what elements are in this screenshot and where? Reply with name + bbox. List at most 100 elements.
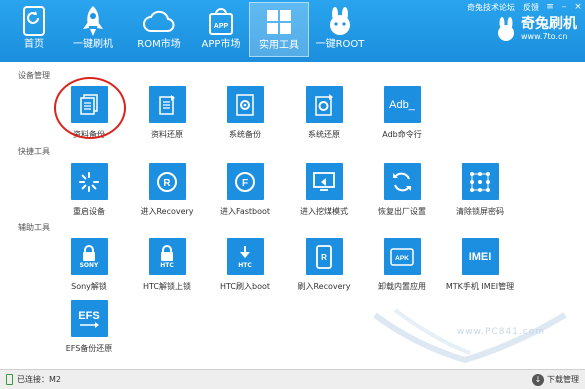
efs-tile-text: EFS	[78, 309, 100, 322]
tile-letter-r: R	[163, 178, 171, 189]
svg-text:APP: APP	[214, 23, 229, 30]
grid-icon	[261, 5, 297, 39]
tool-label: 清除锁屏密码	[456, 207, 504, 216]
tool-download-mode[interactable]: 进入挖煤模式	[288, 163, 360, 217]
imei-icon: IMEI	[461, 238, 499, 275]
nav-root[interactable]: 一键ROOT	[310, 2, 370, 57]
nav-home[interactable]: 首页	[4, 2, 64, 57]
tool-fastboot[interactable]: F 进入Fastboot	[209, 163, 281, 217]
tool-label: 刷入Recovery	[297, 282, 351, 291]
loading-spinner-icon	[70, 163, 108, 200]
lock-icon: HTC	[148, 238, 186, 275]
connection-text: 已连接：M2	[17, 375, 61, 384]
rabbit-logo-icon	[498, 17, 514, 41]
brand-name: 奇兔刷机	[521, 16, 577, 32]
nav-tools[interactable]: 实用工具	[249, 2, 309, 57]
tool-flash-recovery[interactable]: R 刷入Recovery	[288, 238, 360, 292]
lock-icon: SONY	[70, 238, 108, 275]
nav-tools-label: 实用工具	[259, 40, 299, 51]
nav-home-label: 首页	[24, 39, 44, 50]
apk-icon: APK	[383, 238, 421, 275]
efs-icon: EFS	[70, 300, 108, 337]
pattern-lock-icon	[461, 163, 499, 200]
gear-document-icon	[226, 86, 264, 123]
brand-url: www.7to.cn	[521, 32, 568, 41]
tool-recovery[interactable]: R 进入Recovery	[131, 163, 203, 217]
refresh-arrows-icon	[383, 163, 421, 200]
apk-tile-text: APK	[395, 255, 409, 262]
tool-efs-backup[interactable]: EFS EFS备份还原	[53, 300, 125, 354]
phone-recovery-icon: R	[305, 238, 343, 275]
shopping-bag-icon: APP	[203, 4, 239, 38]
connection-status: 已连接：M2	[0, 374, 61, 385]
tile-letter-r2: R	[321, 253, 327, 262]
tool-uninstall-apps[interactable]: APK 卸载内置应用	[366, 238, 438, 292]
tool-sony-unlock[interactable]: SONY Sony解锁	[53, 238, 125, 292]
tool-mtk-imei[interactable]: IMEI MTK手机 IMEI管理	[444, 238, 516, 292]
tool-adb[interactable]: Adb_ Adb命令行	[366, 86, 438, 140]
app-header: 奇兔技术论坛 反馈 ≡ – × 首页 一键刷机 ROM市场 APP APP市场	[0, 0, 585, 62]
tool-label: 卸载内置应用	[378, 282, 426, 291]
menu-icon[interactable]: ≡	[543, 2, 557, 12]
refresh-phone-icon	[16, 4, 52, 38]
imei-tile-text: IMEI	[468, 250, 492, 263]
tool-label: 恢复出厂设置	[378, 207, 426, 216]
htc-boot-tile-text: HTC	[238, 261, 252, 269]
feedback-link[interactable]: 反馈	[519, 2, 543, 13]
tool-label: 重启设备	[73, 207, 105, 216]
tool-label: Sony解锁	[71, 282, 107, 291]
nav-app[interactable]: APP APP市场	[191, 2, 251, 57]
status-bar: 已连接：M2 ↓ 下载管理	[0, 369, 585, 389]
download-icon: ↓	[532, 373, 544, 386]
tile-letter-f: F	[242, 178, 248, 189]
watermark-logo-icon	[373, 308, 567, 364]
window-controls: ≡ – ×	[543, 2, 585, 12]
top-links: 奇兔技术论坛 反馈 ≡ – ×	[463, 0, 585, 14]
tool-htc-unlock[interactable]: HTC HTC解锁上锁	[131, 238, 203, 292]
nav-root-label: 一键ROOT	[315, 39, 365, 50]
download-arrow-icon: HTC	[226, 238, 264, 275]
nav-rom[interactable]: ROM市场	[129, 2, 189, 57]
fastboot-circle-icon: F	[226, 163, 264, 200]
tool-label: 进入挖煤模式	[300, 207, 348, 216]
tool-label: 进入Recovery	[140, 207, 194, 216]
tool-label: 资料还原	[151, 130, 183, 139]
tool-label: HTC刷入boot	[219, 282, 271, 291]
rocket-icon	[75, 4, 111, 38]
close-icon[interactable]: ×	[571, 2, 585, 12]
minimize-icon[interactable]: –	[557, 2, 571, 12]
adb-tile-text: Adb_	[389, 98, 415, 111]
tool-label: 系统备份	[229, 130, 261, 139]
tool-label: HTC解锁上锁	[142, 282, 192, 291]
tool-system-restore[interactable]: 系统还原	[288, 86, 360, 140]
tool-label: EFS备份还原	[65, 344, 113, 353]
cloud-icon	[141, 4, 177, 38]
rabbit-icon	[322, 4, 358, 38]
tool-clear-lock[interactable]: 清除锁屏密码	[444, 163, 516, 217]
tool-label: 系统还原	[308, 130, 340, 139]
monitor-arrow-icon	[305, 163, 343, 200]
section-device-title: 设备管理	[18, 71, 50, 80]
sony-tile-text: SONY	[79, 261, 99, 269]
tool-label: MTK手机 IMEI管理	[445, 282, 515, 291]
tool-factory-reset[interactable]: 恢复出厂设置	[366, 163, 438, 217]
download-manager-button[interactable]: ↓ 下载管理	[532, 373, 579, 386]
nav-flash[interactable]: 一键刷机	[63, 2, 123, 57]
watermark-text: www.PC841.com	[456, 327, 545, 337]
forum-link[interactable]: 奇兔技术论坛	[463, 2, 519, 13]
tool-data-restore[interactable]: 资料还原	[131, 86, 203, 140]
tool-label: Adb命令行	[382, 130, 422, 139]
section-aux-title: 辅助工具	[18, 223, 50, 232]
phone-icon	[6, 374, 13, 385]
gear-restore-icon	[305, 86, 343, 123]
nav-app-label: APP市场	[201, 39, 241, 50]
tool-htc-boot[interactable]: HTC HTC刷入boot	[209, 238, 281, 292]
recovery-circle-icon: R	[148, 163, 186, 200]
download-manager-label: 下载管理	[547, 375, 579, 384]
tool-reboot[interactable]: 重启设备	[53, 163, 125, 217]
nav-flash-label: 一键刷机	[73, 39, 113, 50]
terminal-icon: Adb_	[383, 86, 421, 123]
tool-label: 进入Fastboot	[219, 207, 271, 216]
section-quick-title: 快捷工具	[18, 147, 50, 156]
tool-system-backup[interactable]: 系统备份	[209, 86, 281, 140]
